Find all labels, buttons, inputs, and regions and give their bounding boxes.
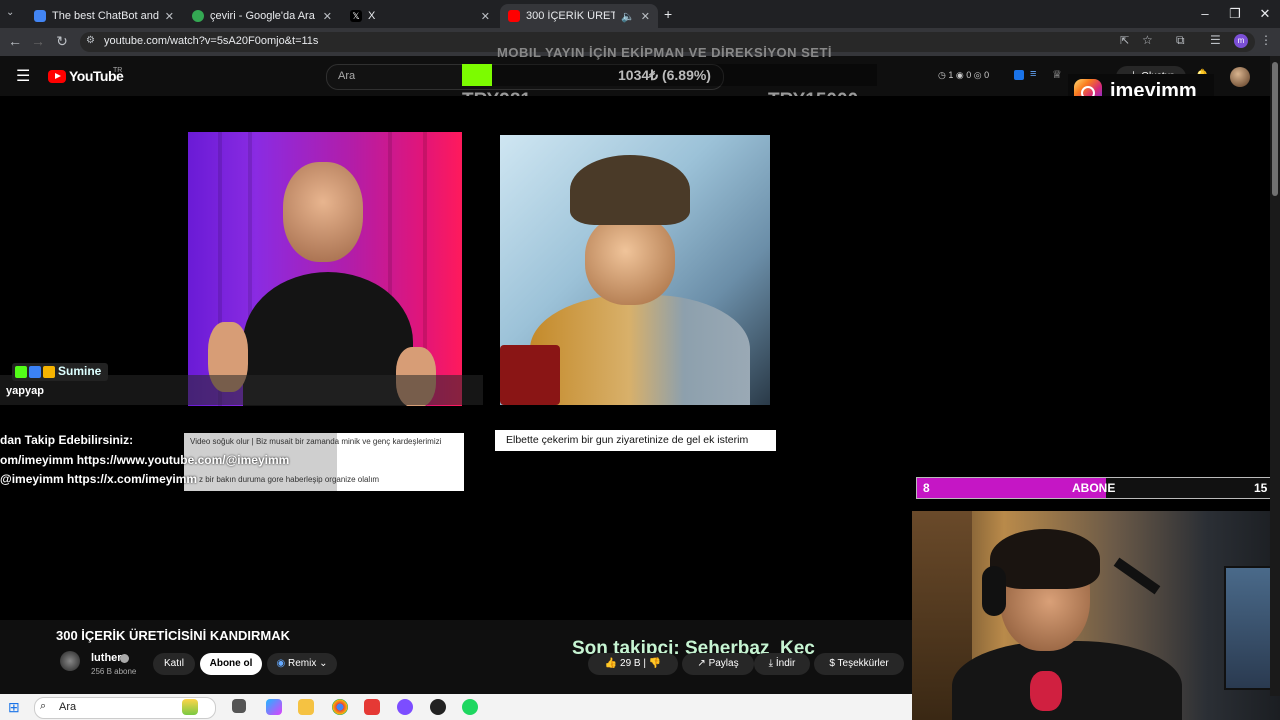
back-icon[interactable]: ←: [5, 33, 25, 49]
trophy-icon[interactable]: ♕: [1052, 68, 1062, 81]
close-icon[interactable]: ✕: [481, 10, 490, 23]
app-circle-icon[interactable]: [397, 699, 413, 715]
new-tab-button[interactable]: +: [664, 6, 672, 22]
bookmark-star-icon[interactable]: ☆: [1142, 33, 1153, 47]
subscriber-goal-label: ABONE: [1072, 481, 1116, 495]
follow-title: dan Takip Edebilirsiniz:: [0, 433, 134, 447]
site-info-icon[interactable]: ⚙: [86, 35, 95, 46]
donation-goal-title: MOBIL YAYIN İÇİN EKİPMAN VE DİREKSİYON S…: [497, 45, 833, 60]
tab-label: The best ChatBot and Widgets: [52, 10, 159, 22]
copilot-sparkle-icon[interactable]: [182, 699, 198, 715]
account-avatar[interactable]: [1230, 67, 1250, 87]
wps-office-icon[interactable]: [364, 699, 380, 715]
close-icon[interactable]: ✕: [165, 10, 174, 23]
download-button[interactable]: ⤓ İndir: [754, 653, 810, 675]
search-placeholder: Ara: [338, 70, 356, 82]
tab-label: 300 İÇERİK ÜRETİCİSİNİ KAN: [526, 10, 616, 22]
taskbar-search-text: Ara: [59, 701, 77, 713]
channel-name[interactable]: luther: [91, 652, 122, 664]
obs-icon[interactable]: [430, 699, 446, 715]
donation-goal-fill: [462, 64, 492, 86]
profile-avatar-icon[interactable]: m: [1234, 34, 1248, 48]
youtube-logo-icon[interactable]: [48, 70, 66, 83]
reading-list-icon[interactable]: ☰: [1210, 33, 1221, 47]
task-view-icon[interactable]: [232, 699, 246, 713]
extensions-icon[interactable]: ⧉: [1176, 33, 1185, 48]
thumbs-up-icon: 👍: [604, 658, 621, 669]
share-icon: ↗: [697, 658, 709, 669]
restore-button[interactable]: ❐: [1220, 6, 1250, 22]
donation-goal-progress: 1034₺ (6.89%): [618, 67, 711, 83]
reload-icon[interactable]: ↻: [52, 33, 72, 50]
like-count: 29 B: [620, 658, 641, 669]
close-icon[interactable]: ✕: [323, 10, 332, 23]
tab-chatbot[interactable]: The best ChatBot and Widgets ✕: [26, 4, 182, 28]
star-badge-icon: [29, 366, 41, 378]
like-button[interactable]: 👍 29 B | 👎: [588, 653, 678, 675]
remix-icon: ◉: [276, 658, 288, 669]
copilot-icon[interactable]: [266, 699, 282, 715]
remix-label: Remix: [288, 658, 317, 669]
video-frame-left-image: [188, 132, 462, 406]
stream-counters: ◷ 1 ◉ 0 ◎ 0: [938, 70, 990, 80]
x-logo-icon: 𝕏: [350, 10, 362, 22]
menu-kebab-icon[interactable]: ⋮: [1260, 33, 1272, 47]
forward-icon[interactable]: →: [28, 33, 48, 49]
minimize-button[interactable]: –: [1190, 6, 1220, 21]
tab-label: çeviri - Google'da Ara: [210, 10, 315, 22]
tab-search-icon[interactable]: ⌄: [6, 7, 14, 18]
chevron-down-icon: ⌄: [316, 658, 328, 669]
crown-icon: [43, 366, 55, 378]
app-icon[interactable]: [1014, 70, 1024, 80]
thumbs-down-icon[interactable]: | 👎: [641, 658, 661, 669]
chat-username: Sumine: [58, 364, 102, 378]
download-icon: ⤓: [768, 658, 776, 669]
speaker-icon[interactable]: 🔈: [621, 10, 635, 23]
spotify-icon[interactable]: [462, 699, 478, 715]
thanks-button[interactable]: $ Teşekkürler: [814, 653, 904, 675]
chat-message: yapyap: [6, 385, 44, 397]
kick-icon: [15, 366, 27, 378]
subscriber-goal-target: 15: [1254, 481, 1268, 495]
youtube-icon: [508, 10, 520, 22]
join-button[interactable]: Katıl: [153, 653, 195, 675]
hamburger-menu-icon[interactable]: ☰: [16, 66, 30, 86]
search-icon: ⌕: [40, 700, 47, 712]
left-caption-line: Video soğuk olur | Biz musait bir zamand…: [190, 437, 442, 446]
share-label: Paylaş: [708, 658, 739, 669]
channel-avatar[interactable]: [60, 651, 80, 671]
install-icon[interactable]: ⇱: [1120, 34, 1129, 47]
thanks-label: Teşekkürler: [837, 658, 889, 669]
close-icon[interactable]: ✕: [641, 10, 650, 23]
chrome-icon[interactable]: [332, 699, 348, 715]
follow-line: om/imeyimm https://www.youtube.com/@imey…: [0, 453, 290, 467]
right-caption-box: Elbette çekerim bir gun ziyaretinize de …: [495, 430, 776, 451]
tab-label: X: [368, 10, 376, 22]
follow-line: @imeyimm https://x.com/imeyimm: [0, 472, 198, 486]
dollar-icon: $: [829, 658, 838, 669]
video-frame-right-image: [500, 135, 770, 405]
left-caption-line: z bir bakın duruma gore haberleşip organ…: [199, 475, 380, 484]
subscriber-goal-current: 8: [923, 481, 930, 495]
url-text[interactable]: youtube.com/watch?v=5sA20F0omjo&t=11s: [104, 35, 318, 47]
scrollbar-thumb[interactable]: [1272, 62, 1278, 196]
google-icon: [192, 10, 204, 22]
verified-check-icon: [120, 654, 129, 663]
list-icon[interactable]: ≡: [1030, 68, 1036, 80]
windows-start-icon[interactable]: ⊞: [8, 699, 24, 715]
tab-youtube[interactable]: 300 İÇERİK ÜRETİCİSİNİ KAN 🔈 ✕: [500, 4, 658, 28]
tab-x[interactable]: 𝕏 X ✕: [342, 4, 498, 28]
close-window-button[interactable]: ✕: [1250, 6, 1280, 22]
webcam-feed: [912, 511, 1280, 720]
globe-icon: [34, 10, 46, 22]
tab-google[interactable]: çeviri - Google'da Ara ✕: [184, 4, 340, 28]
share-button[interactable]: ↗ Paylaş: [682, 653, 754, 675]
video-title: 300 İÇERİK ÜRETİCİSİNİ KANDIRMAK: [56, 628, 291, 643]
subscriber-count: 256 B abone: [91, 667, 137, 676]
remix-button[interactable]: ◉ Remix ⌄: [267, 653, 337, 675]
subscribe-button[interactable]: Abone ol: [200, 653, 262, 675]
file-explorer-icon[interactable]: [298, 699, 314, 715]
country-code: TR: [113, 67, 123, 74]
download-label: İndir: [775, 658, 796, 669]
